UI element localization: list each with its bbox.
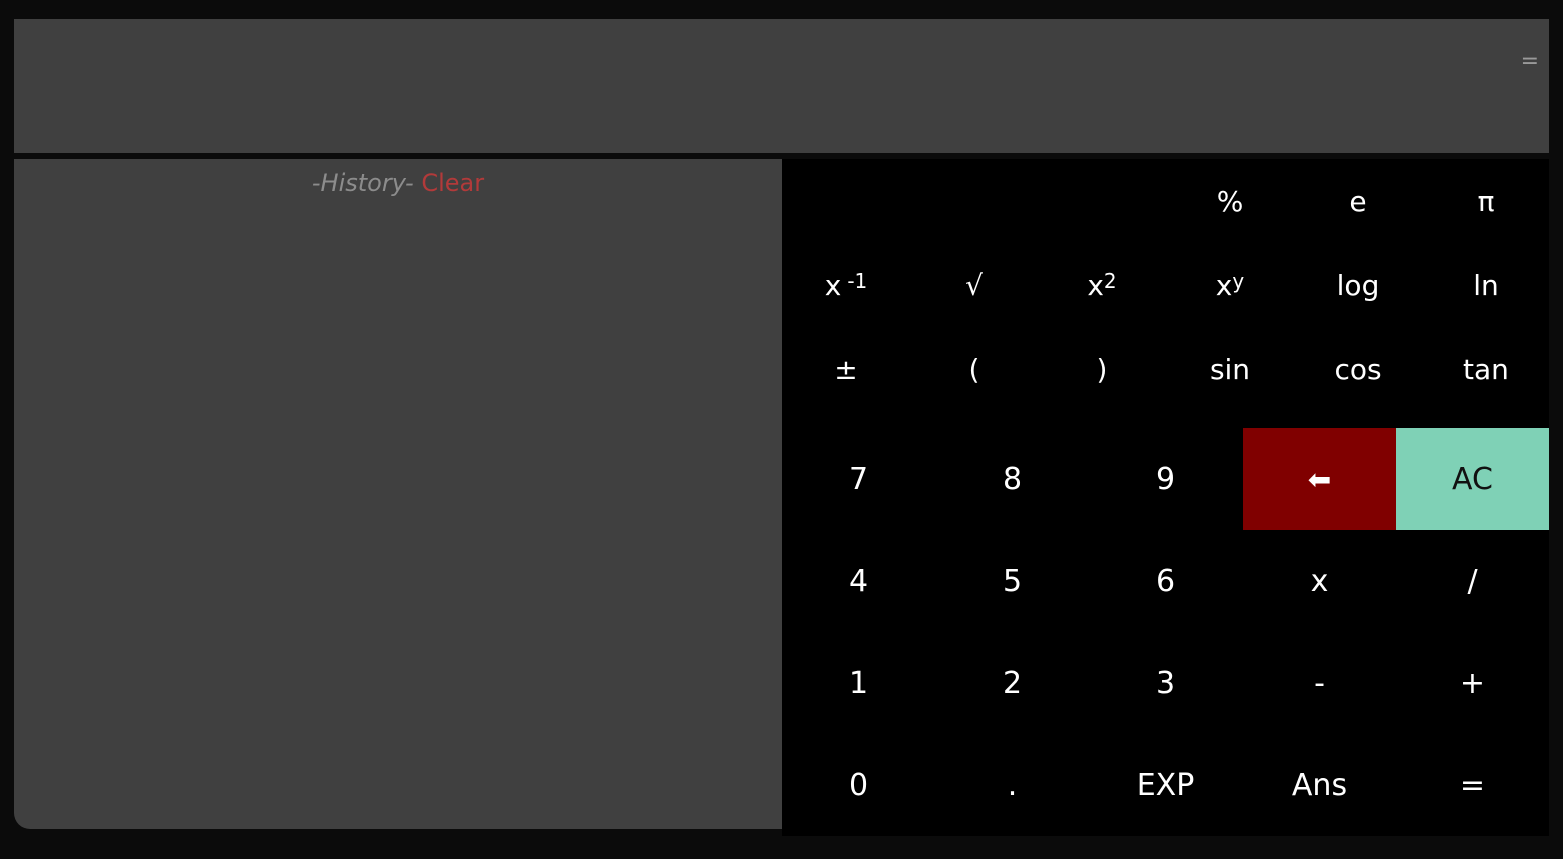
backspace-icon: ⬅ [1307, 462, 1332, 496]
digit-5-button[interactable]: 5 [936, 530, 1089, 632]
inverse-base: x [824, 268, 842, 302]
plus-minus-button[interactable]: ± [782, 327, 910, 411]
multiply-button[interactable]: x [1243, 530, 1396, 632]
exp-button[interactable]: EXP [1089, 734, 1242, 836]
ln-button[interactable]: ln [1422, 243, 1550, 327]
square-exponent: 2 [1103, 269, 1117, 293]
power-exponent: y [1232, 269, 1245, 293]
history-panel: -History- Clear [14, 159, 782, 829]
percent-button[interactable]: % [1166, 159, 1294, 243]
digit-9-button[interactable]: 9 [1089, 428, 1242, 530]
digit-0-button[interactable]: 0 [782, 734, 935, 836]
cos-button[interactable]: cos [1294, 327, 1422, 411]
keypad-row-constants: % e π [782, 159, 1549, 243]
decimal-point-button[interactable]: . [936, 734, 1089, 836]
keypad-row-0: 0 . EXP Ans = [782, 734, 1549, 836]
keypad-row-789: 7 8 9 ⬅ AC [782, 428, 1549, 530]
plus-button[interactable]: + [1396, 632, 1549, 734]
log-button[interactable]: log [1294, 243, 1422, 327]
display-equals-mark: = [1520, 49, 1539, 74]
digit-3-button[interactable]: 3 [1089, 632, 1242, 734]
digit-6-button[interactable]: 6 [1089, 530, 1242, 632]
digit-2-button[interactable]: 2 [936, 632, 1089, 734]
pi-button[interactable]: π [1422, 159, 1550, 243]
close-paren-button[interactable]: ) [1038, 327, 1166, 411]
inverse-exponent: -1 [847, 269, 868, 293]
digit-4-button[interactable]: 4 [782, 530, 935, 632]
ans-button[interactable]: Ans [1243, 734, 1396, 836]
keypad-row-trig: ± ( ) sin cos tan [782, 327, 1549, 411]
inverse-button[interactable]: x -1 [782, 243, 910, 327]
history-header: -History- Clear [14, 169, 782, 197]
open-paren-button[interactable]: ( [910, 327, 1038, 411]
history-title: -History- [311, 169, 414, 197]
digit-1-button[interactable]: 1 [782, 632, 935, 734]
sin-button[interactable]: sin [1166, 327, 1294, 411]
tan-button[interactable]: tan [1422, 327, 1550, 411]
equals-button[interactable]: = [1396, 734, 1549, 836]
history-clear-button[interactable]: Clear [421, 169, 484, 197]
square-base: x [1087, 268, 1104, 302]
all-clear-button[interactable]: AC [1396, 428, 1549, 530]
keypad: % e π x -1 √ x2 xy log ln ± ( ) sin cos t… [782, 159, 1549, 836]
divide-button[interactable]: / [1396, 530, 1549, 632]
minus-button[interactable]: - [1243, 632, 1396, 734]
backspace-button[interactable]: ⬅ [1243, 428, 1396, 530]
digit-8-button[interactable]: 8 [936, 428, 1089, 530]
power-base: x [1215, 268, 1233, 302]
square-button[interactable]: x2 [1038, 243, 1166, 327]
display-screen: = [14, 19, 1549, 153]
digit-7-button[interactable]: 7 [782, 428, 935, 530]
keypad-row-123: 1 2 3 - + [782, 632, 1549, 734]
e-button[interactable]: e [1294, 159, 1422, 243]
keypad-row-456: 4 5 6 x / [782, 530, 1549, 632]
keypad-row-functions: x -1 √ x2 xy log ln [782, 243, 1549, 327]
power-button[interactable]: xy [1166, 243, 1294, 327]
sqrt-button[interactable]: √ [910, 243, 1038, 327]
